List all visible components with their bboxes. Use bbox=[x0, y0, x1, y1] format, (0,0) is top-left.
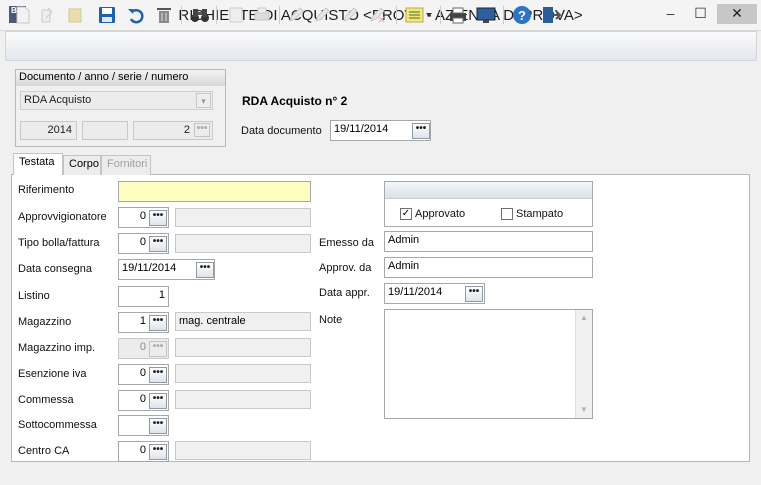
note-scrollbar[interactable]: ▲ ▼ bbox=[575, 310, 592, 418]
sottocommessa-lookup-button[interactable]: ••• bbox=[149, 418, 167, 434]
document-title: RDA Acquisto n° 2 bbox=[242, 94, 348, 108]
scroll-up-icon[interactable]: ▲ bbox=[576, 310, 592, 326]
paste-icon[interactable] bbox=[64, 4, 86, 25]
commessa-description bbox=[175, 390, 311, 409]
undo-icon[interactable] bbox=[125, 4, 147, 25]
maximize-button[interactable]: ☐ bbox=[688, 4, 713, 24]
document-type-select[interactable]: RDA Acquisto ▾ bbox=[20, 91, 213, 110]
commessa-lookup-button[interactable]: ••• bbox=[149, 393, 167, 409]
toolbar-separator bbox=[503, 6, 504, 24]
tipo-bolla-label: Tipo bolla/fattura bbox=[18, 237, 100, 249]
emesso-da-input[interactable]: Admin bbox=[384, 231, 593, 252]
listino-label: Listino bbox=[18, 290, 50, 302]
edit-pencil-down-icon[interactable] bbox=[311, 4, 333, 25]
toolbar-separator bbox=[216, 6, 217, 24]
scroll-down-icon[interactable]: ▼ bbox=[576, 402, 592, 418]
options-menu-icon[interactable] bbox=[404, 4, 434, 25]
exit-door-icon[interactable] bbox=[540, 4, 562, 25]
document-date-label: Data documento bbox=[241, 125, 322, 137]
approvato-checkbox[interactable]: ✓ bbox=[400, 208, 412, 220]
centro-ca-description bbox=[175, 441, 311, 460]
approvvigionatore-label: Approvvigionatore bbox=[18, 211, 107, 223]
document-group-header: Documento / anno / serie / numero bbox=[16, 70, 225, 86]
tipo-bolla-lookup-button[interactable]: ••• bbox=[149, 236, 167, 252]
toolbar-separator bbox=[396, 6, 397, 24]
close-window-button[interactable]: ✕ bbox=[717, 4, 757, 24]
tab-testata[interactable]: Testata bbox=[13, 153, 63, 175]
data-consegna-picker-button[interactable]: ••• bbox=[196, 262, 214, 278]
data-appr-label: Data appr. bbox=[319, 287, 370, 299]
riferimento-label: Riferimento bbox=[18, 184, 75, 196]
magazzino-imp-label: Magazzino imp. bbox=[18, 342, 96, 354]
commessa-label: Commessa bbox=[18, 394, 74, 406]
document-date-picker-button[interactable]: ••• bbox=[412, 123, 430, 139]
magazzino-lookup-button[interactable]: ••• bbox=[149, 315, 167, 331]
centro-ca-lookup-button[interactable]: ••• bbox=[149, 444, 167, 460]
toolbar-separator bbox=[440, 6, 441, 24]
centro-ca-label: Centro CA bbox=[18, 445, 70, 457]
esenzione-iva-description bbox=[175, 364, 311, 383]
approv-da-input[interactable]: Admin bbox=[384, 257, 593, 278]
edit-pencil-check-icon[interactable] bbox=[339, 4, 361, 25]
help-icon[interactable]: ? bbox=[511, 4, 533, 25]
emesso-da-label: Emesso da bbox=[319, 237, 375, 249]
listino-input[interactable]: 1 bbox=[118, 286, 169, 307]
stampato-checkbox[interactable] bbox=[501, 208, 513, 220]
number-lookup-button[interactable]: ••• bbox=[194, 123, 210, 137]
note-label: Note bbox=[319, 314, 343, 326]
screen-preview-icon[interactable] bbox=[475, 4, 497, 25]
tipo-bolla-description bbox=[175, 234, 311, 253]
new-document-icon[interactable] bbox=[12, 4, 34, 25]
print-icon[interactable] bbox=[447, 4, 469, 25]
stampato-label: Stampato bbox=[516, 208, 564, 220]
edit-pencil-cancel-icon[interactable] bbox=[366, 4, 388, 25]
save-icon[interactable] bbox=[96, 4, 118, 25]
magazzino-label: Magazzino bbox=[18, 316, 72, 328]
delete-icon[interactable] bbox=[153, 4, 175, 25]
esenzione-iva-lookup-button[interactable]: ••• bbox=[149, 367, 167, 383]
toolbar bbox=[5, 31, 757, 61]
magazzino-imp-description bbox=[175, 338, 311, 357]
print-preview-icon[interactable] bbox=[251, 4, 273, 25]
tab-fornitori[interactable]: Fornitori bbox=[101, 155, 151, 175]
approv-da-label: Approv. da bbox=[319, 262, 372, 274]
data-consegna-label: Data consegna bbox=[18, 263, 92, 275]
chevron-down-icon[interactable]: ▾ bbox=[196, 93, 211, 108]
minimize-button[interactable]: – bbox=[658, 4, 683, 24]
riferimento-input[interactable] bbox=[118, 181, 311, 202]
esenzione-iva-label: Esenzione iva bbox=[18, 368, 87, 380]
toolbar-separator bbox=[279, 6, 280, 24]
list-icon[interactable] bbox=[225, 4, 247, 25]
toolbar-separator bbox=[181, 6, 182, 24]
approvvigionatore-description bbox=[175, 208, 311, 227]
document-series-field bbox=[82, 121, 128, 140]
copy-icon[interactable] bbox=[38, 4, 60, 25]
status-group-header bbox=[385, 182, 592, 199]
approvato-label: Approvato bbox=[415, 208, 466, 220]
magazzino-imp-lookup-button[interactable]: ••• bbox=[149, 341, 167, 357]
note-textarea[interactable]: ▲ ▼ bbox=[384, 309, 593, 419]
tab-corpo[interactable]: Corpo bbox=[63, 155, 101, 175]
svg-text:?: ? bbox=[518, 8, 526, 23]
search-binoculars-icon[interactable] bbox=[189, 4, 211, 25]
document-year-field: 2014 bbox=[20, 121, 77, 140]
data-appr-picker-button[interactable]: ••• bbox=[465, 286, 483, 302]
edit-pencil-icon[interactable] bbox=[285, 4, 307, 25]
approvvigionatore-lookup-button[interactable]: ••• bbox=[149, 210, 167, 226]
magazzino-description: mag. centrale bbox=[175, 312, 311, 331]
sottocommessa-label: Sottocommessa bbox=[18, 419, 97, 431]
